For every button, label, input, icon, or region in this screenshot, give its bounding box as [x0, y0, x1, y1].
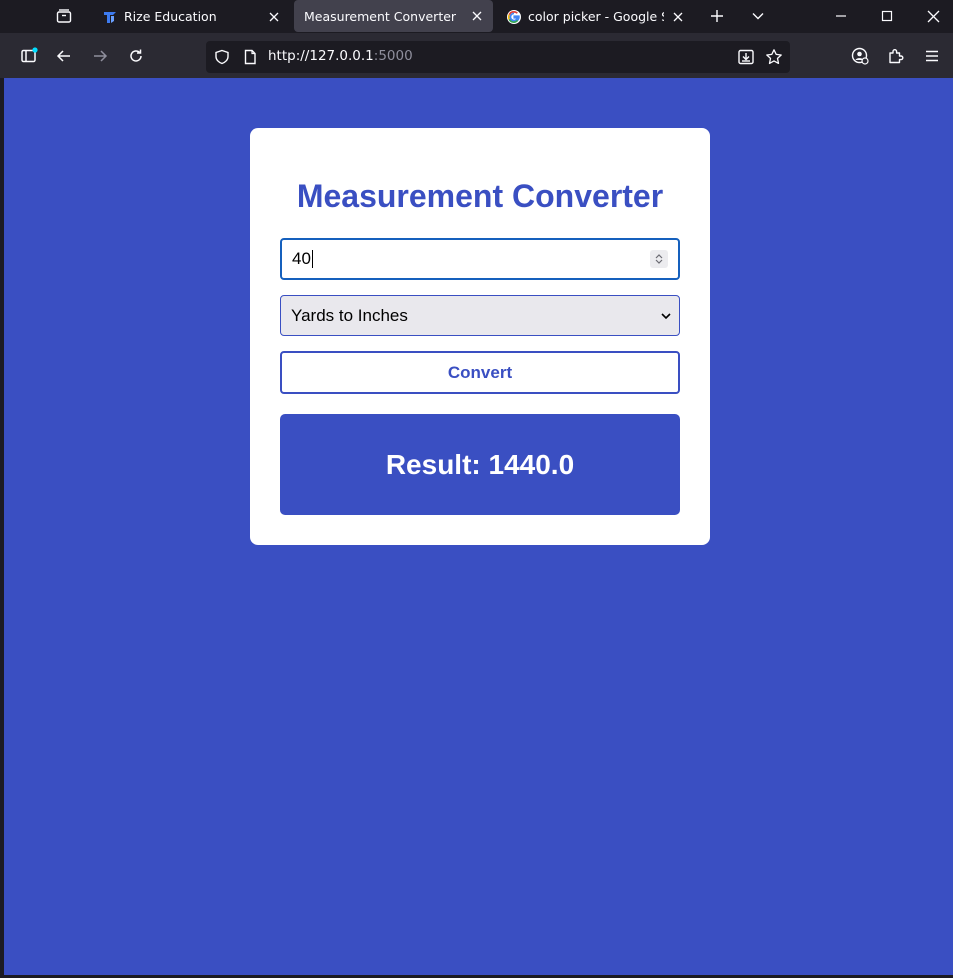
chevron-down-icon	[661, 313, 671, 320]
back-arrow-icon	[56, 50, 70, 62]
close-icon	[927, 10, 939, 22]
google-g-icon	[506, 9, 522, 25]
convert-button[interactable]: Convert	[280, 351, 680, 394]
navigation-toolbar: http://127.0.0.1:5000	[0, 33, 953, 78]
plus-icon	[711, 10, 723, 22]
conversion-select-value: Yards to Inches	[291, 305, 408, 325]
forward-arrow-icon	[94, 50, 108, 62]
value-input[interactable]: 40	[280, 238, 680, 280]
chevron-down-icon	[752, 13, 764, 20]
sidebar-button[interactable]	[16, 43, 42, 69]
tab-overview-icon	[56, 9, 72, 23]
reload-icon	[130, 49, 142, 62]
maximize-icon	[881, 10, 893, 22]
back-button[interactable]	[51, 43, 77, 69]
tab-color-picker[interactable]: color picker - Google Search	[496, 0, 694, 33]
close-tab-icon[interactable]	[469, 8, 485, 24]
url-port: :5000	[373, 48, 413, 64]
new-tab-button[interactable]	[705, 4, 729, 28]
converter-card: Measurement Converter 40 Yards to Inches…	[250, 128, 710, 545]
tab-overview-button[interactable]	[50, 3, 78, 29]
conversion-select[interactable]: Yards to Inches	[280, 295, 680, 336]
rize-logo-icon	[102, 9, 118, 25]
extensions-button[interactable]	[883, 43, 909, 69]
account-button[interactable]	[847, 43, 873, 69]
close-tab-icon[interactable]	[670, 9, 686, 25]
app-menu-button[interactable]	[919, 43, 945, 69]
shield-icon[interactable]	[212, 47, 232, 67]
tab-title: Measurement Converter	[304, 8, 457, 24]
tab-title: Rize Education	[124, 9, 217, 24]
tab-measurement-converter[interactable]: Measurement Converter	[294, 0, 493, 32]
tab-rize-education[interactable]: Rize Education	[92, 0, 290, 33]
sidebar-icon	[21, 47, 38, 63]
url-bar[interactable]: http://127.0.0.1:5000	[206, 41, 790, 73]
reload-button[interactable]	[123, 43, 149, 69]
download-page-icon[interactable]	[736, 47, 756, 67]
close-window-button[interactable]	[921, 4, 945, 28]
text-caret	[311, 250, 313, 268]
close-tab-icon[interactable]	[266, 9, 282, 25]
value-input-text: 40	[292, 249, 311, 268]
number-spinner[interactable]	[650, 250, 668, 268]
minimize-icon	[836, 15, 846, 17]
bookmark-star-icon[interactable]	[764, 47, 784, 67]
account-icon	[851, 47, 869, 65]
maximize-button[interactable]	[875, 4, 899, 28]
url-text[interactable]: http://127.0.0.1:5000	[268, 48, 413, 64]
list-all-tabs-button[interactable]	[746, 4, 770, 28]
spinner-down-icon[interactable]	[654, 259, 664, 265]
page-title: Measurement Converter	[296, 178, 664, 214]
tab-strip: Rize Education Measurement Converter col…	[0, 0, 953, 33]
puzzle-piece-icon	[889, 49, 904, 64]
forward-button[interactable]	[87, 43, 113, 69]
page-icon[interactable]	[240, 47, 260, 67]
minimize-button[interactable]	[829, 4, 853, 28]
result-box: Result: 1440.0	[280, 414, 680, 515]
url-host: http://127.0.0.1	[268, 48, 374, 64]
page-viewport: Measurement Converter 40 Yards to Inches…	[4, 78, 953, 975]
hamburger-menu-icon	[926, 50, 938, 62]
tab-title: color picker - Google Search	[528, 9, 664, 24]
